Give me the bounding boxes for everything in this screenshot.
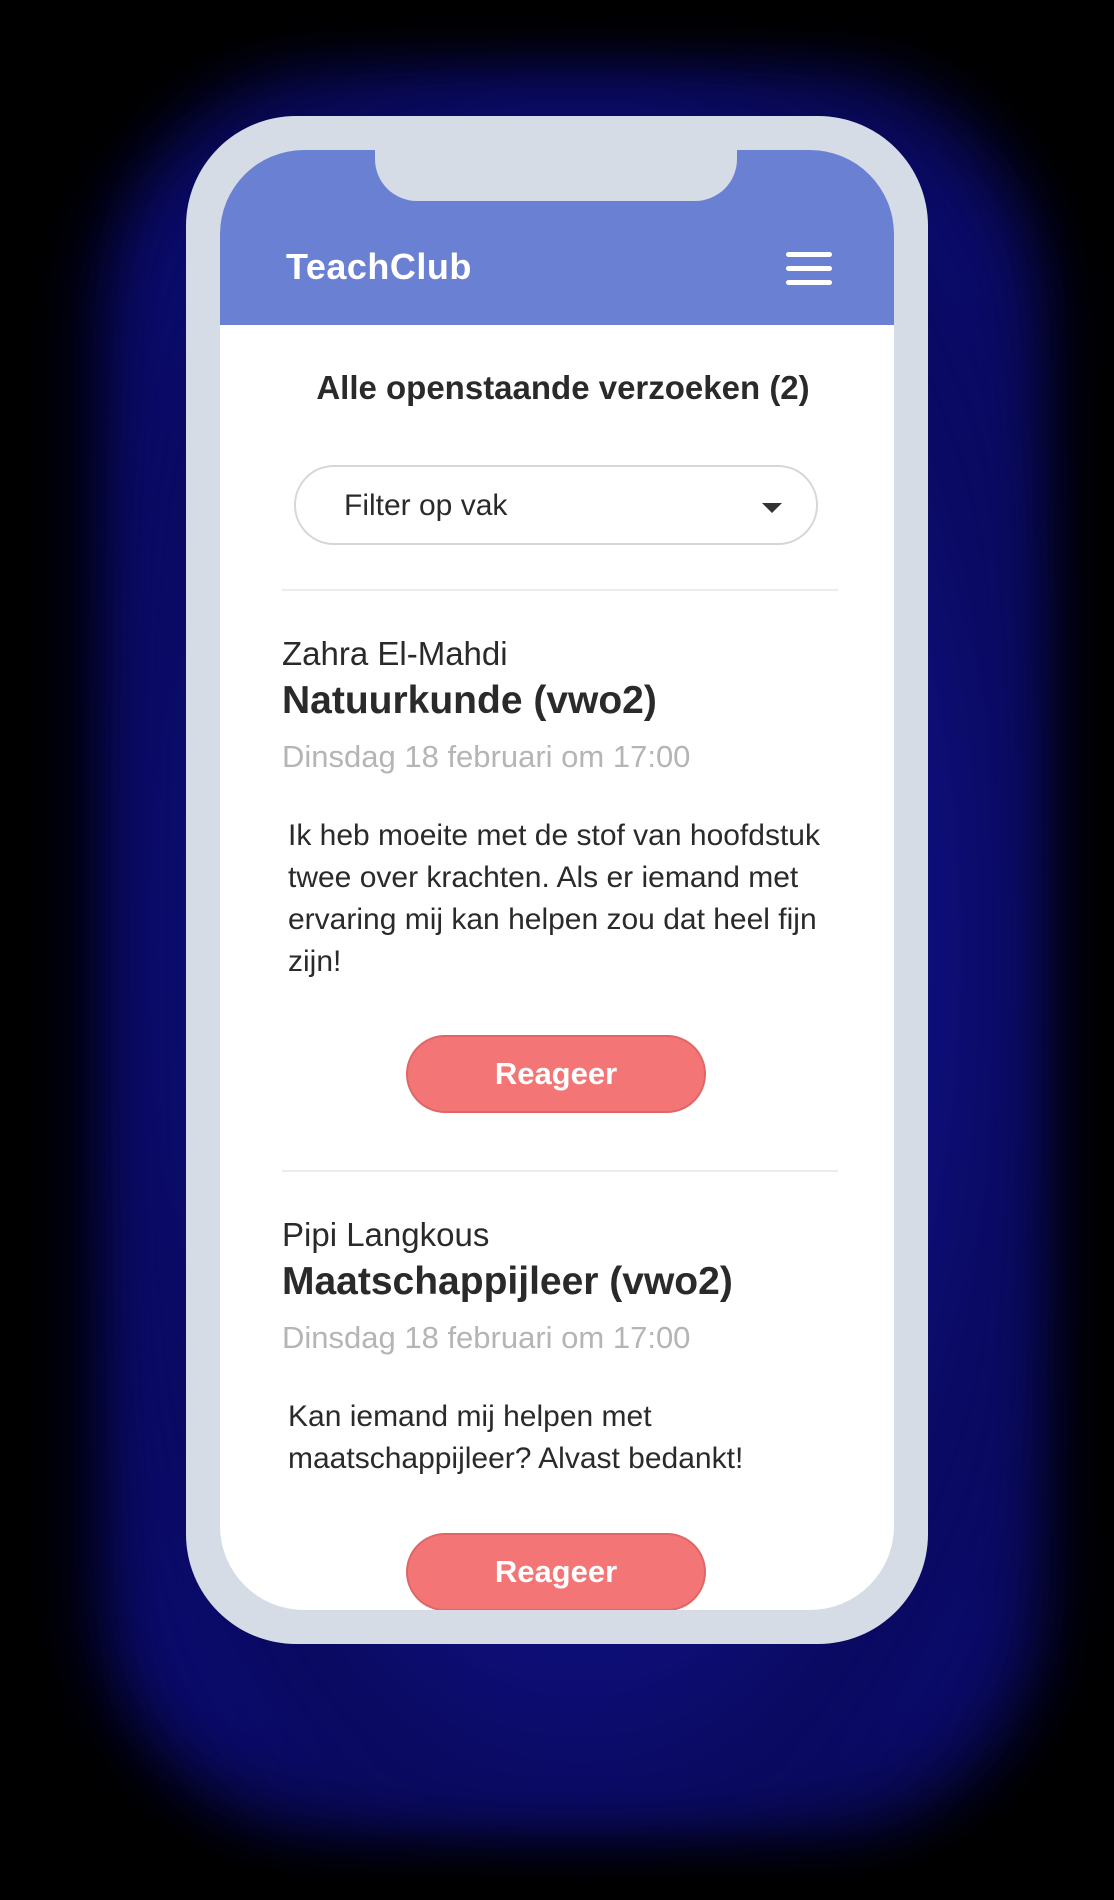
phone-screen: TeachClub Alle openstaande verzoeken (2)…: [220, 150, 894, 1610]
request-subject: Natuurkunde (vwo2): [282, 679, 657, 722]
phone-frame: TeachClub Alle openstaande verzoeken (2)…: [186, 116, 928, 1644]
app-logo[interactable]: TeachClub: [286, 246, 472, 288]
phone-notch: [375, 150, 737, 201]
app-header: TeachClub: [220, 150, 894, 325]
caret-down-icon: [762, 503, 782, 513]
reply-button[interactable]: Reageer: [406, 1035, 706, 1113]
request-message: Ik heb moeite met de stof van hoofdstuk …: [288, 819, 820, 978]
reply-button[interactable]: Reageer: [406, 1533, 706, 1610]
request-date: Dinsdag 18 februari om 17:00: [282, 739, 691, 774]
page-title: Alle openstaande verzoeken (2): [316, 369, 810, 406]
hamburger-menu-icon[interactable]: [786, 250, 832, 288]
request-message: Kan iemand mij helpen met maatschappijle…: [288, 1400, 744, 1475]
divider: [282, 1170, 838, 1172]
request-subject: Maatschappijleer (vwo2): [282, 1260, 733, 1303]
request-date: Dinsdag 18 februari om 17:00: [282, 1320, 691, 1355]
request-student-name: Pipi Langkous: [282, 1216, 490, 1253]
request-student-name: Zahra El-Mahdi: [282, 635, 508, 672]
subject-filter-select[interactable]: Filter op vak: [294, 465, 818, 545]
filter-label: Filter op vak: [344, 489, 508, 522]
divider: [282, 589, 838, 591]
